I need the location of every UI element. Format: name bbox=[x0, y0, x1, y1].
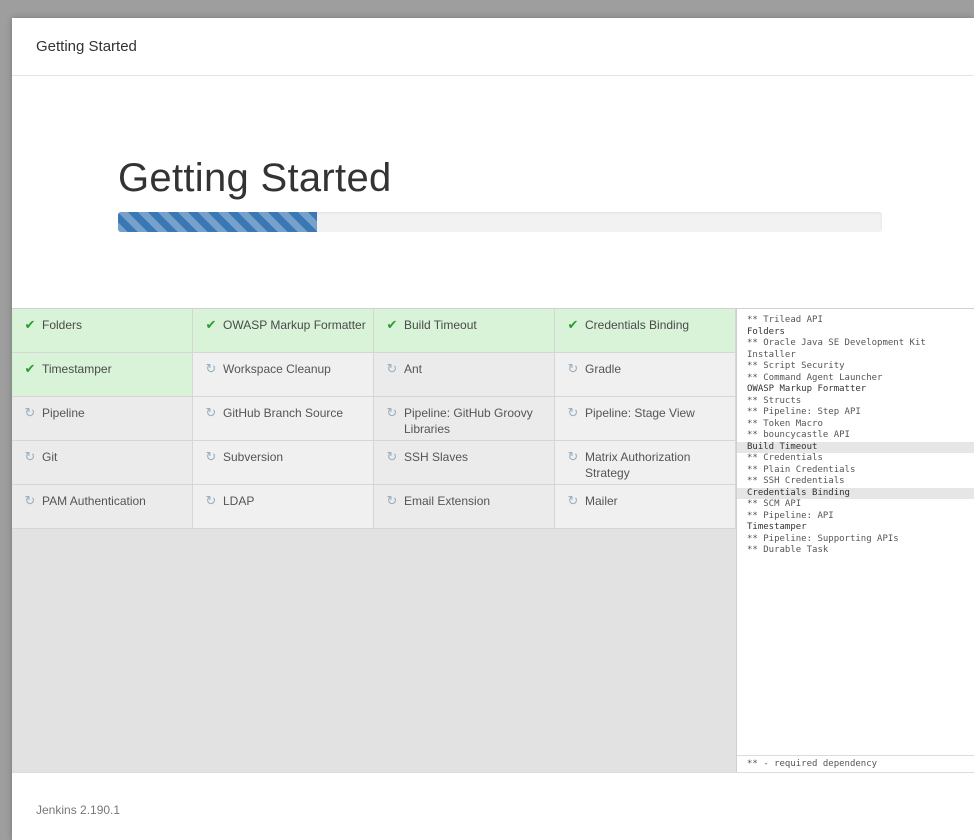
refresh-icon: ↻ bbox=[24, 449, 36, 464]
plugin-label: Timestamper bbox=[42, 362, 112, 376]
plugin-item: ✔ Folders bbox=[12, 309, 193, 353]
plugin-item: ↻ Ant bbox=[374, 353, 555, 397]
refresh-icon: ↻ bbox=[386, 405, 398, 420]
plugin-label: Pipeline: Stage View bbox=[585, 406, 695, 420]
refresh-icon: ↻ bbox=[24, 405, 36, 420]
plugin-label: Subversion bbox=[223, 450, 284, 464]
log-line: ** Pipeline: API bbox=[747, 510, 834, 521]
plugin-label: Git bbox=[42, 450, 58, 464]
plugin-label: OWASP Markup Formatter bbox=[223, 318, 366, 332]
log-line: ** Script Security bbox=[747, 361, 845, 371]
plugin-label: Ant bbox=[404, 362, 423, 376]
refresh-icon: ↻ bbox=[205, 493, 217, 508]
install-body: ✔ Folders ✔ OWASP Markup Formatter ✔ Build Ti… bbox=[12, 308, 974, 773]
dialog-header: Getting Started bbox=[12, 18, 974, 76]
refresh-icon: ↻ bbox=[386, 361, 398, 376]
plugin-item: ↻ LDAP bbox=[193, 485, 374, 529]
plugin-item: ✔ OWASP Markup Formatter bbox=[193, 309, 374, 353]
plugin-label: PAM Authentication bbox=[42, 494, 146, 508]
log-line: Folders bbox=[747, 326, 785, 337]
log-line: ** Trilead API bbox=[747, 315, 823, 325]
plugin-label: Mailer bbox=[585, 494, 618, 508]
log-line: ** Structs bbox=[747, 395, 802, 406]
log-line: Timestamper bbox=[747, 522, 807, 532]
plugin-item: ↻ Subversion bbox=[193, 441, 374, 485]
plugin-item: ↻ Workspace Cleanup bbox=[193, 353, 374, 397]
plugin-list: ✔ Folders ✔ OWASP Markup Formatter ✔ Build Ti… bbox=[12, 309, 736, 773]
hero-section: Getting Started bbox=[12, 76, 974, 308]
plugin-label: Matrix Authorization Strategy bbox=[585, 450, 691, 480]
refresh-icon: ↻ bbox=[567, 493, 579, 508]
log-line: ** SCM API bbox=[747, 499, 802, 509]
version-label: Jenkins 2.190.1 bbox=[36, 803, 121, 817]
plugin-label: LDAP bbox=[223, 494, 255, 508]
plugin-item: ↻ Matrix Authorization Strategy bbox=[555, 441, 736, 485]
check-icon: ✔ bbox=[24, 361, 36, 376]
plugin-item: ✔ Build Timeout bbox=[374, 309, 555, 353]
log-line: ** Pipeline: Supporting APIs bbox=[747, 533, 899, 544]
refresh-icon: ↻ bbox=[567, 449, 579, 464]
refresh-icon: ↻ bbox=[205, 361, 217, 376]
log-line: OWASP Markup Formatter bbox=[747, 384, 867, 394]
log-line: ** bouncycastle API bbox=[747, 430, 850, 440]
refresh-icon: ↻ bbox=[386, 493, 398, 508]
log-line: Installer bbox=[747, 349, 796, 360]
plugin-item: ↻ Mailer bbox=[555, 485, 736, 529]
install-log[interactable]: ** Trilead API Folders ** Oracle Java SE D… bbox=[736, 309, 974, 773]
log-line: ** Durable Task bbox=[747, 545, 829, 555]
plugin-item: ↻ Pipeline bbox=[12, 397, 193, 441]
log-line: ** Pipeline: Step API bbox=[747, 407, 861, 417]
plugin-item: ✔ Credentials Binding bbox=[555, 309, 736, 353]
plugin-label: Pipeline: GitHub Groovy Libraries bbox=[404, 406, 533, 436]
plugin-label: Build Timeout bbox=[404, 318, 477, 332]
plugin-label: Email Extension bbox=[404, 494, 491, 508]
refresh-icon: ↻ bbox=[205, 405, 217, 420]
plugin-label: SSH Slaves bbox=[404, 450, 469, 464]
log-footer-note: ** - required dependency bbox=[737, 755, 974, 773]
log-line: ** Plain Credentials bbox=[747, 464, 856, 475]
plugin-item: ↻ Git bbox=[12, 441, 193, 485]
plugin-item: ↻ Gradle bbox=[555, 353, 736, 397]
check-icon: ✔ bbox=[24, 317, 36, 332]
plugin-label: Workspace Cleanup bbox=[223, 362, 331, 376]
log-lines: ** Trilead API Folders ** Oracle Java SE D… bbox=[737, 309, 974, 557]
plugin-item: ↻ Pipeline: GitHub Groovy Libraries bbox=[374, 397, 555, 441]
plugin-item: ↻ Pipeline: Stage View bbox=[555, 397, 736, 441]
plugin-item: ↻ SSH Slaves bbox=[374, 441, 555, 485]
plugin-label: GitHub Branch Source bbox=[223, 406, 344, 420]
log-line: ** Oracle Java SE Development Kit bbox=[747, 338, 926, 348]
plugin-item: ↻ Email Extension bbox=[374, 485, 555, 529]
refresh-icon: ↻ bbox=[386, 449, 398, 464]
install-progress-bar bbox=[118, 212, 882, 232]
log-line: ** Credentials bbox=[747, 453, 823, 463]
plugin-item: ↻ GitHub Branch Source bbox=[193, 397, 374, 441]
dialog-title: Getting Started bbox=[36, 38, 137, 55]
dialog-footer: Jenkins 2.190.1 bbox=[12, 772, 974, 840]
page-title: Getting Started bbox=[118, 156, 392, 200]
refresh-icon: ↻ bbox=[205, 449, 217, 464]
progress-bar-fill bbox=[118, 212, 317, 232]
refresh-icon: ↻ bbox=[567, 361, 579, 376]
setup-dialog: Getting Started Getting Started ✔ Folders… bbox=[12, 18, 974, 840]
check-icon: ✔ bbox=[205, 317, 217, 332]
plugin-item: ✔ Timestamper bbox=[12, 353, 193, 397]
plugin-item: ↻ PAM Authentication bbox=[12, 485, 193, 529]
refresh-icon: ↻ bbox=[567, 405, 579, 420]
log-line: Build Timeout bbox=[737, 441, 974, 453]
plugin-grid: ✔ Folders ✔ OWASP Markup Formatter ✔ Build Ti… bbox=[12, 309, 736, 529]
plugin-label: Credentials Binding bbox=[585, 318, 690, 332]
plugin-label: Pipeline bbox=[42, 406, 85, 420]
log-line: ** Command Agent Launcher bbox=[747, 372, 883, 383]
check-icon: ✔ bbox=[567, 317, 579, 332]
check-icon: ✔ bbox=[386, 317, 398, 332]
refresh-icon: ↻ bbox=[24, 493, 36, 508]
log-line: Credentials Binding bbox=[737, 487, 974, 499]
log-line: ** SSH Credentials bbox=[747, 476, 845, 486]
plugin-label: Gradle bbox=[585, 362, 622, 376]
plugin-label: Folders bbox=[42, 318, 83, 332]
log-line: ** Token Macro bbox=[747, 418, 823, 429]
